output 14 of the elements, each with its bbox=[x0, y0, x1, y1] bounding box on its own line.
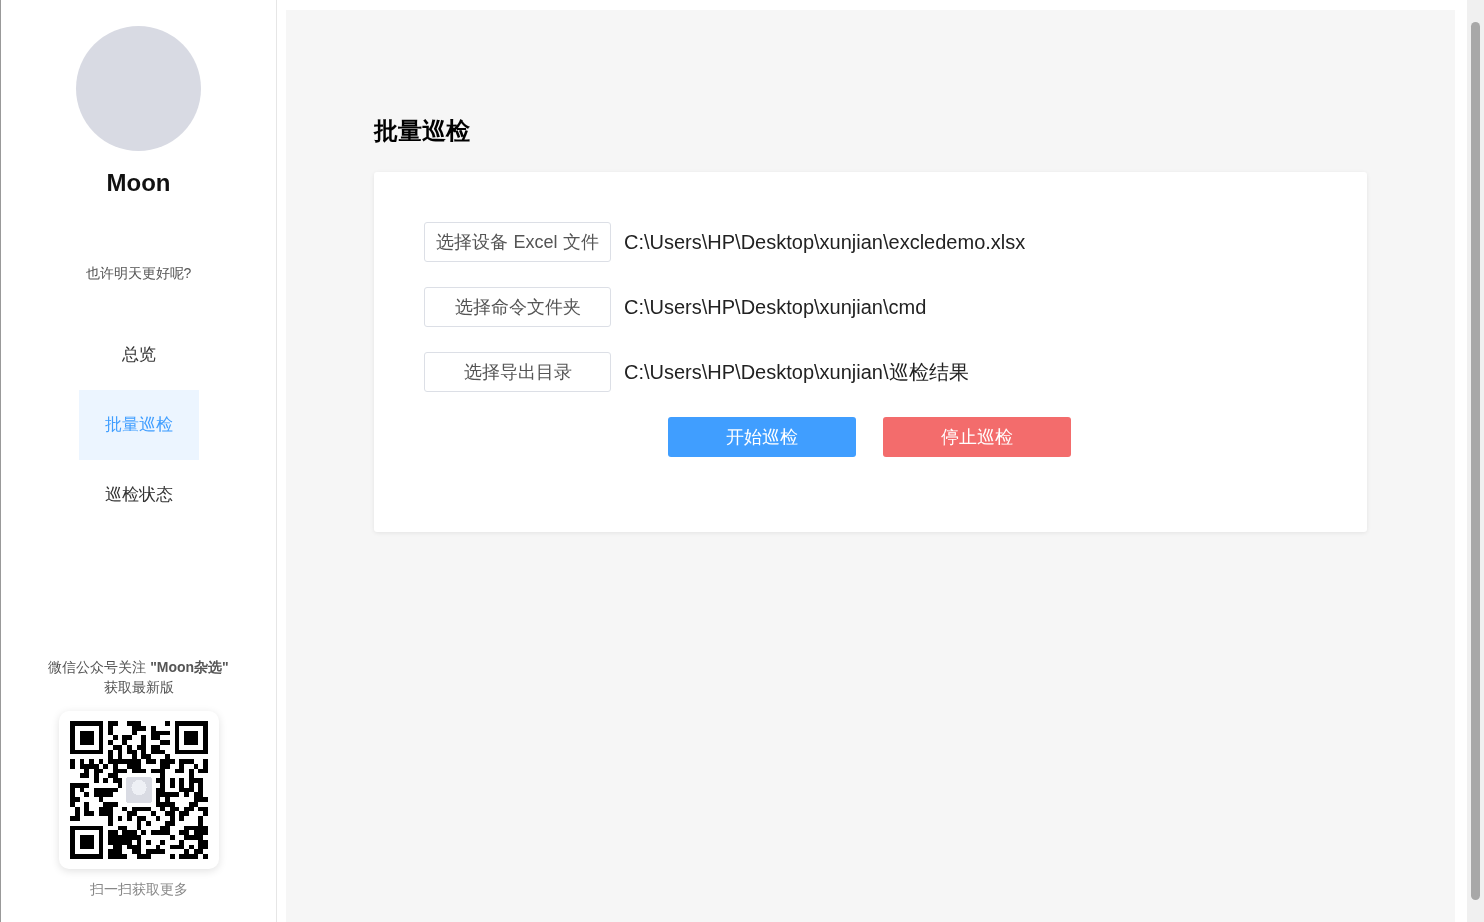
nav-item[interactable]: 巡检状态 bbox=[78, 460, 199, 530]
choose-button[interactable]: 选择设备 Excel 文件 bbox=[424, 222, 611, 262]
motto-text: 也许明天更好呢? bbox=[85, 264, 192, 283]
choose-button[interactable]: 选择命令文件夹 bbox=[424, 287, 611, 327]
page-title: 批量巡检 bbox=[374, 116, 471, 146]
nav-item[interactable]: 总览 bbox=[78, 320, 199, 390]
path-text: C:\Users\HP\Desktop\xunjian\巡检结果 bbox=[624, 360, 969, 385]
promo-text: 微信公众号关注 "Moon杂选" bbox=[48, 658, 229, 677]
path-text: C:\Users\HP\Desktop\xunjian\excledemo.xlsx bbox=[624, 230, 1026, 255]
path-text: C:\Users\HP\Desktop\xunjian\cmd bbox=[624, 295, 927, 320]
choose-button[interactable]: 选择导出目录 bbox=[424, 352, 611, 392]
promo-subtext: 获取最新版 bbox=[103, 678, 174, 697]
profile-name: Moon bbox=[106, 168, 171, 198]
qr-caption: 扫一扫获取更多 bbox=[89, 880, 188, 899]
